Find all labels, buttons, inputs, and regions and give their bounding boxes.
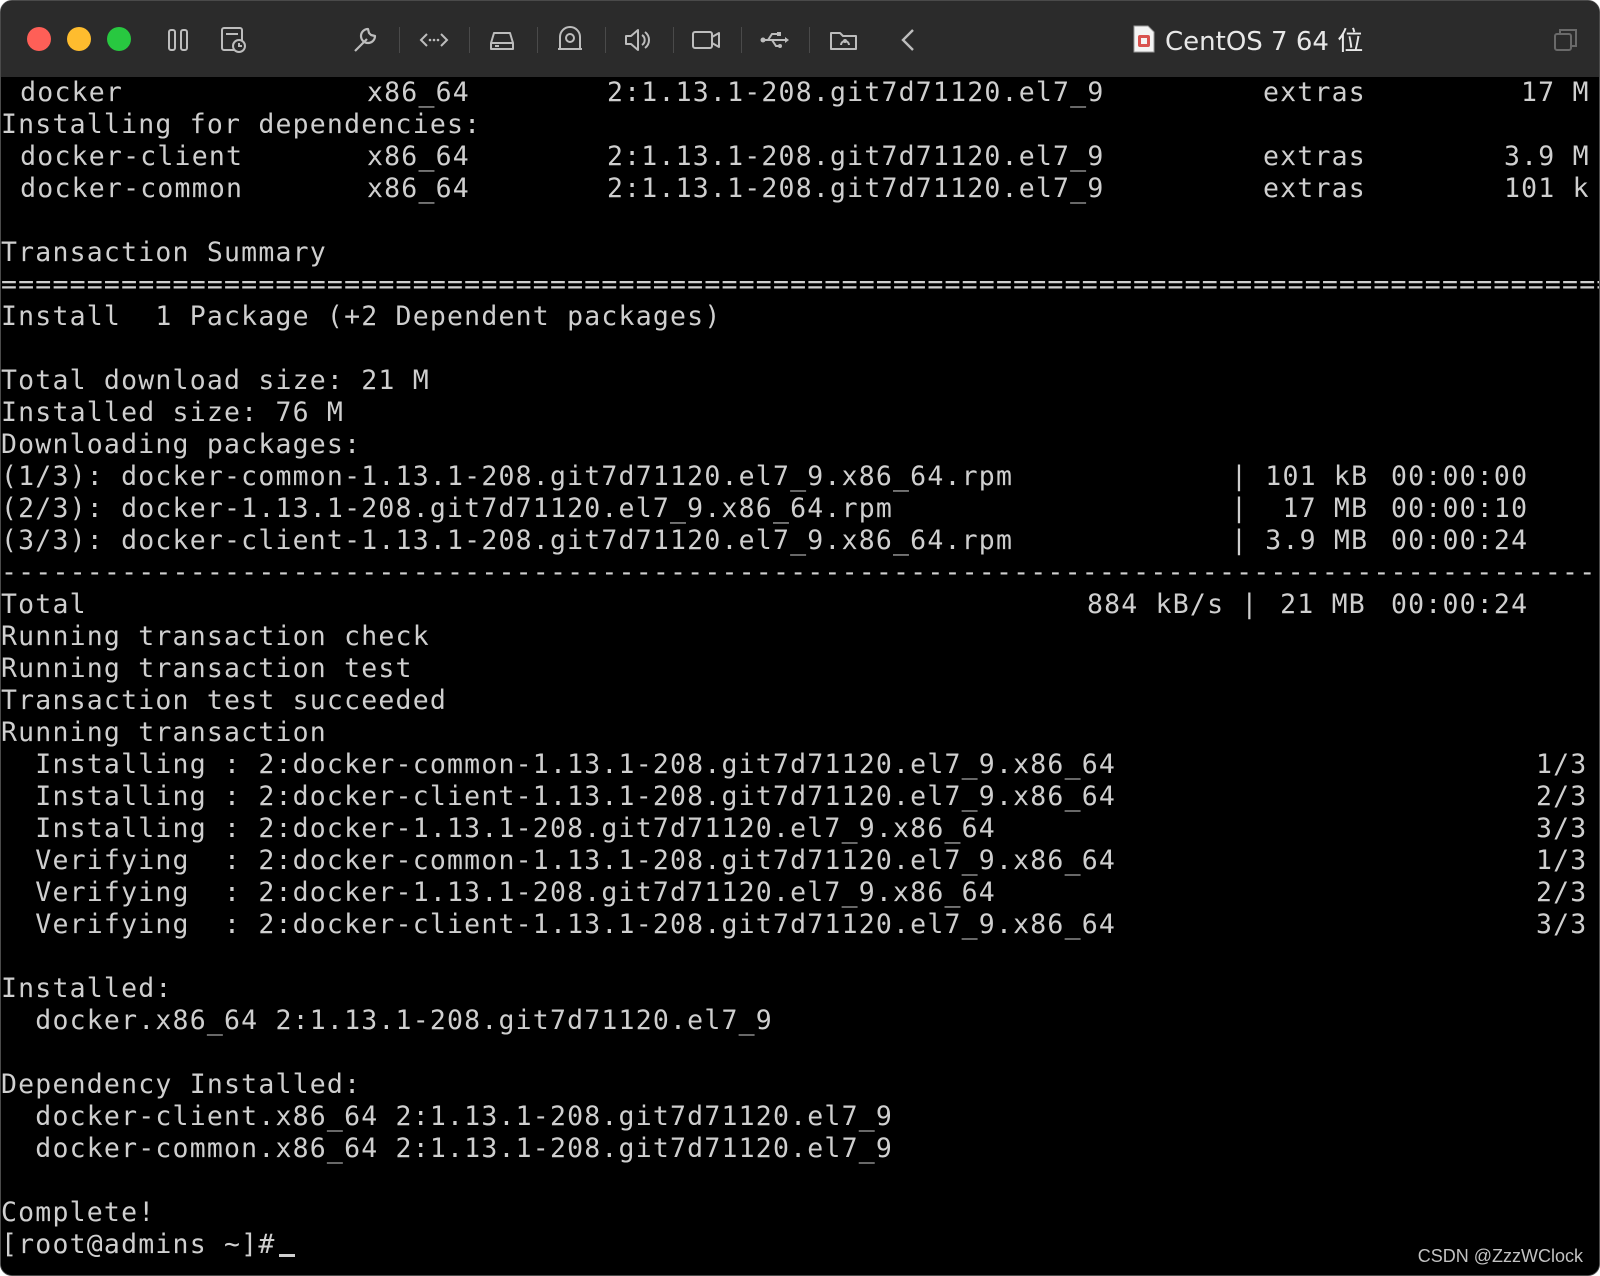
total-row: Total 884 kB/s | 21 MB 00:00:24 — [1, 589, 1529, 620]
window-title-text: CentOS 7 64 位 — [1165, 26, 1364, 57]
shell-prompt[interactable]: [root@admins ~]# — [1, 1229, 296, 1261]
status-line: Running transaction check — [1, 621, 430, 652]
status-line: Running transaction test — [1, 653, 413, 684]
dependency-installed-item: docker-common.x86_64 2:1.13.1-208.git7d7… — [1, 1133, 894, 1164]
status-line: Running transaction — [1, 717, 327, 748]
installed-size-line: Installed size: 76 M — [1, 397, 345, 428]
camera-icon[interactable] — [689, 23, 723, 57]
snapshot-icon[interactable] — [217, 23, 251, 57]
step-row: Verifying : 2:docker-client-1.13.1-208.g… — [1, 909, 1588, 940]
title-bar: CentOS 7 64 位 — [1, 1, 1599, 78]
installed-header: Installed: — [1, 973, 173, 1004]
installed-item: docker.x86_64 2:1.13.1-208.git7d71120.el… — [1, 1005, 773, 1036]
status-line: Transaction test succeeded — [1, 685, 448, 716]
step-row: Installing : 2:docker-client-1.13.1-208.… — [1, 781, 1588, 812]
step-row: Installing : 2:docker-common-1.13.1-208.… — [1, 749, 1588, 780]
watermark: CSDN @ZzzWClock — [1417, 1246, 1583, 1266]
downloading-line: Downloading packages: — [1, 429, 362, 460]
double-rule: ========================================… — [1, 269, 1600, 300]
step-row: Verifying : 2:docker-1.13.1-208.git7d711… — [1, 877, 1588, 908]
total-download-line: Total download size: 21 M — [1, 365, 430, 396]
step-row: Installing : 2:docker-1.13.1-208.git7d71… — [1, 813, 1588, 844]
speaker-icon[interactable] — [621, 23, 655, 57]
pause-icon[interactable] — [161, 23, 195, 57]
vm-window: CentOS 7 64 位 docker x86_64 2:1.13.1-208… — [0, 0, 1600, 1276]
minimize-button[interactable] — [67, 27, 91, 51]
code-arrows-icon[interactable] — [417, 23, 451, 57]
summary-title: Transaction Summary — [1, 237, 327, 268]
chevron-left-icon[interactable] — [893, 23, 927, 57]
terminal-screen[interactable]: docker x86_64 2:1.13.1-208.git7d71120.el… — [1, 77, 1600, 1275]
dependency-installed-header: Dependency Installed: — [1, 1069, 362, 1100]
windows-icon[interactable] — [1549, 23, 1583, 57]
document-icon — [1133, 25, 1155, 53]
dependency-installed-item: docker-client.x86_64 2:1.13.1-208.git7d7… — [1, 1101, 894, 1132]
download-row: (3/3): docker-client-1.13.1-208.git7d711… — [1, 525, 1529, 556]
install-line: Install 1 Package (+2 Dependent packages… — [1, 301, 722, 332]
window-title: CentOS 7 64 位 — [1133, 19, 1363, 59]
usb-icon[interactable] — [757, 23, 791, 57]
package-row: docker-client x86_64 2:1.13.1-208.git7d7… — [3, 141, 1590, 172]
step-row: Verifying : 2:docker-common-1.13.1-208.g… — [1, 845, 1588, 876]
wrench-icon[interactable] — [347, 23, 381, 57]
close-button[interactable] — [27, 27, 51, 51]
download-row: (2/3): docker-1.13.1-208.git7d71120.el7_… — [1, 493, 1529, 524]
zoom-button[interactable] — [107, 27, 131, 51]
complete-line: Complete! — [1, 1197, 156, 1228]
hard-disk-icon[interactable] — [485, 23, 519, 57]
package-row: docker x86_64 2:1.13.1-208.git7d71120.el… — [3, 77, 1590, 108]
optical-drive-icon[interactable] — [553, 23, 587, 57]
dash-rule: ----------------------------------------… — [1, 557, 1600, 588]
shared-folder-icon[interactable] — [827, 23, 861, 57]
text-cursor — [279, 1254, 296, 1257]
package-row: docker-common x86_64 2:1.13.1-208.git7d7… — [3, 173, 1590, 204]
download-row: (1/3): docker-common-1.13.1-208.git7d711… — [1, 461, 1529, 492]
prompt-text: [root@admins ~]# — [1, 1229, 276, 1260]
deps-header: Installing for dependencies: — [1, 109, 482, 140]
